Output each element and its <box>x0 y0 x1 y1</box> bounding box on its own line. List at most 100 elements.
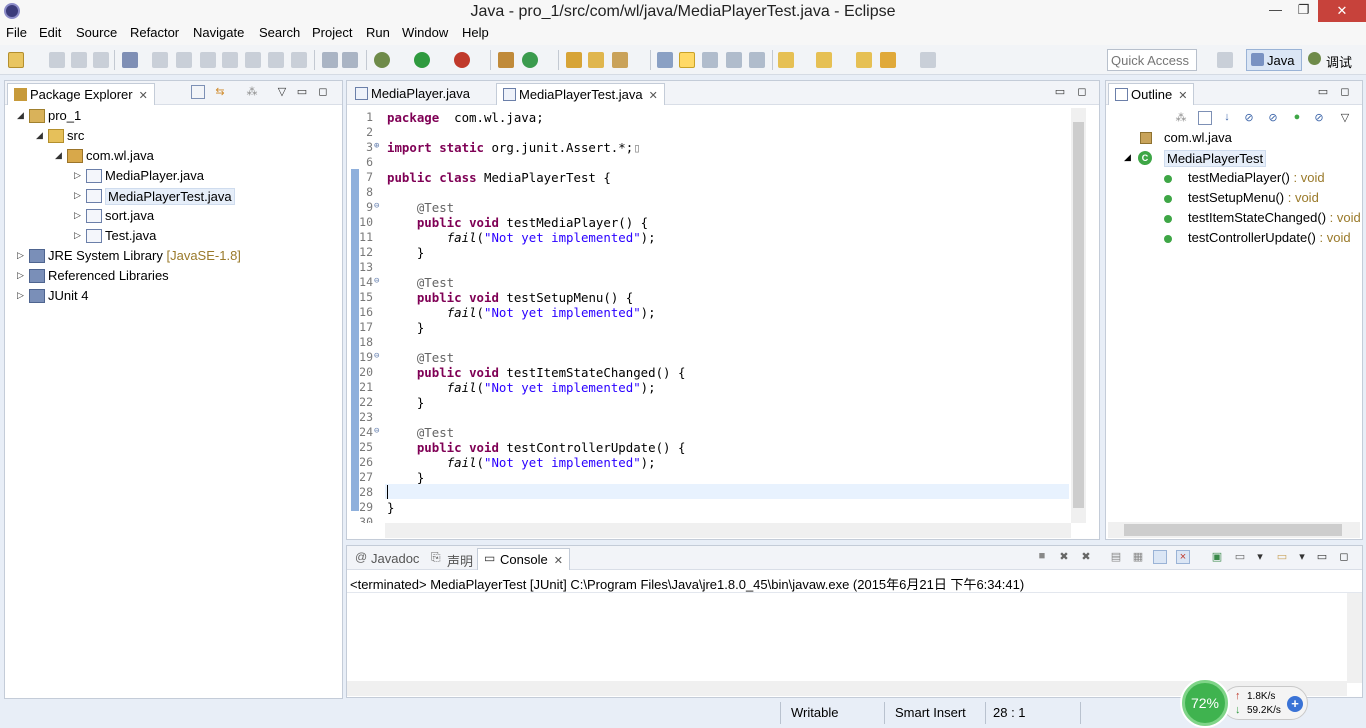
maximize-view-icon[interactable]: ◻ <box>1337 550 1351 564</box>
terminate-icon[interactable]: ■ <box>1035 550 1049 564</box>
perspective-debug-button[interactable]: 调试 <box>1306 49 1362 71</box>
code-area[interactable]: 1 package com.wl.java; 2 3 ⊕ import static or… <box>347 108 1071 523</box>
open-perspective-icon[interactable] <box>1217 52 1233 68</box>
collapsed-twisty-icon[interactable]: ▷ <box>17 250 24 261</box>
editor-horizontal-scrollbar[interactable] <box>385 523 1071 538</box>
skip-breakpoints-icon[interactable] <box>122 52 138 68</box>
menu-window[interactable]: Window <box>398 25 452 40</box>
expand-fold-icon[interactable]: ⊕ <box>374 141 379 151</box>
hide-fields-icon[interactable]: ⊘ <box>1242 111 1256 125</box>
collapse-fold-icon[interactable]: ⊖ <box>374 426 379 436</box>
collapse-all-icon[interactable] <box>1198 111 1212 125</box>
maximize-view-icon[interactable]: ◻ <box>1338 85 1352 99</box>
maximize-button[interactable]: ❐ <box>1290 0 1317 22</box>
last-edit-location-icon[interactable] <box>856 52 872 68</box>
tab-declaration[interactable]: ⎘ 声明 <box>425 548 479 570</box>
tab-package-explorer[interactable]: Package Explorer ✕ <box>7 83 155 105</box>
tab-console[interactable]: ▭ Console ✕ <box>477 548 570 570</box>
expanded-twisty-icon[interactable]: ◢ <box>36 130 43 141</box>
collapsed-twisty-icon[interactable]: ▷ <box>17 290 24 301</box>
network-monitor-widget[interactable]: ↑ 1.8K/s ↓ 59.2K/s + 72% <box>1182 680 1310 726</box>
collapse-all-icon[interactable] <box>191 85 205 99</box>
show-on-stderr-icon[interactable]: × <box>1176 550 1190 564</box>
menu-source[interactable]: Source <box>72 25 121 40</box>
menu-edit[interactable]: Edit <box>35 25 65 40</box>
highlight-icon[interactable] <box>679 52 695 68</box>
show-on-stdout-icon[interactable] <box>1153 550 1167 564</box>
collapse-fold-icon[interactable]: ⊖ <box>374 276 379 286</box>
chevron-down-icon[interactable]: ▾ <box>1253 550 1267 564</box>
save-all-icon[interactable] <box>71 52 87 68</box>
menu-project[interactable]: Project <box>308 25 356 40</box>
remove-launch-icon[interactable]: ✖ <box>1057 550 1071 564</box>
collapsed-twisty-icon[interactable]: ▷ <box>74 210 81 221</box>
remove-all-terminated-icon[interactable]: ✖ <box>1079 550 1093 564</box>
pin-console-icon[interactable]: ▣ <box>1210 550 1224 564</box>
minimize-view-icon[interactable]: ▭ <box>295 85 309 99</box>
resume-icon[interactable] <box>152 52 168 68</box>
perspective-java-button[interactable]: Java <box>1246 49 1302 71</box>
maximize-view-icon[interactable]: ◻ <box>1075 85 1089 99</box>
sort-icon[interactable]: ⁂ <box>1174 111 1188 125</box>
view-menu-icon[interactable]: ⁂ <box>245 85 259 99</box>
editor-vertical-scrollbar[interactable] <box>1071 108 1086 523</box>
next-annotation-icon[interactable] <box>778 52 794 68</box>
close-icon[interactable]: ✕ <box>139 90 148 102</box>
step-over-icon[interactable] <box>268 52 284 68</box>
chevron-down-icon[interactable]: ▽ <box>275 85 289 99</box>
step-into-icon[interactable] <box>245 52 261 68</box>
plus-icon[interactable]: + <box>1287 696 1303 712</box>
debug-icon[interactable] <box>374 52 390 68</box>
search-icon[interactable] <box>612 52 628 68</box>
expanded-twisty-icon[interactable]: ◢ <box>55 150 62 161</box>
collapsed-twisty-icon[interactable]: ▷ <box>74 230 81 241</box>
link-with-editor-icon[interactable]: ⇆ <box>213 85 227 99</box>
disconnect-icon[interactable] <box>222 52 238 68</box>
new-java-class-icon[interactable] <box>522 52 538 68</box>
menu-file[interactable]: File <box>2 25 31 40</box>
collapsed-twisty-icon[interactable]: ▷ <box>17 270 24 281</box>
open-type-icon[interactable] <box>566 52 582 68</box>
close-icon[interactable]: ✕ <box>649 90 658 102</box>
tab-mediaplayertest-java[interactable]: MediaPlayerTest.java ✕ <box>496 83 665 105</box>
save-icon[interactable] <box>49 52 65 68</box>
menu-run[interactable]: Run <box>362 25 394 40</box>
console-vertical-scrollbar[interactable] <box>1347 593 1362 683</box>
display-console-icon[interactable]: ▭ <box>1233 550 1247 564</box>
close-icon[interactable]: ✕ <box>1178 90 1187 102</box>
minimize-button[interactable]: — <box>1262 0 1289 22</box>
clear-console-icon[interactable]: ▤ <box>1109 550 1123 564</box>
close-icon[interactable]: ✕ <box>554 555 563 567</box>
minimize-view-icon[interactable]: ▭ <box>1316 85 1330 99</box>
menu-help[interactable]: Help <box>458 25 493 40</box>
scroll-thumb[interactable] <box>1124 524 1342 536</box>
open-folder-icon[interactable] <box>588 52 604 68</box>
collapsed-twisty-icon[interactable]: ▷ <box>74 170 81 181</box>
step-return-icon[interactable] <box>291 52 307 68</box>
hide-local-types-icon[interactable]: ⊘ <box>1312 111 1326 125</box>
menu-refactor[interactable]: Refactor <box>126 25 183 40</box>
suspend-icon[interactable] <box>176 52 192 68</box>
tab-outline[interactable]: Outline ✕ <box>1108 83 1195 105</box>
menu-navigate[interactable]: Navigate <box>189 25 248 40</box>
toggle-mark-occurrences-icon[interactable] <box>657 52 673 68</box>
back-icon[interactable] <box>880 52 896 68</box>
terminate-icon[interactable] <box>200 52 216 68</box>
maximize-view-icon[interactable]: ◻ <box>316 85 330 99</box>
console-icon[interactable] <box>342 52 358 68</box>
collapse-fold-icon[interactable]: ⊖ <box>374 351 379 361</box>
minimize-view-icon[interactable]: ▭ <box>1053 85 1067 99</box>
scroll-thumb[interactable] <box>1073 122 1084 508</box>
new-icon[interactable] <box>8 52 24 68</box>
open-console-icon[interactable]: ▭ <box>1275 550 1289 564</box>
previous-annotation-icon[interactable] <box>816 52 832 68</box>
use-step-filters-icon[interactable] <box>322 52 338 68</box>
hide-non-public-icon[interactable]: ● <box>1290 111 1304 125</box>
sort-alpha-icon[interactable]: ↓ <box>1220 111 1234 125</box>
minimize-view-icon[interactable]: ▭ <box>1315 550 1329 564</box>
chevron-down-icon[interactable]: ▾ <box>1295 550 1309 564</box>
menu-search[interactable]: Search <box>255 25 304 40</box>
tab-mediaplayer-java[interactable]: MediaPlayer.java <box>349 83 476 105</box>
collapse-fold-icon[interactable]: ⊖ <box>374 201 379 211</box>
outline-horizontal-scrollbar[interactable] <box>1108 522 1360 538</box>
